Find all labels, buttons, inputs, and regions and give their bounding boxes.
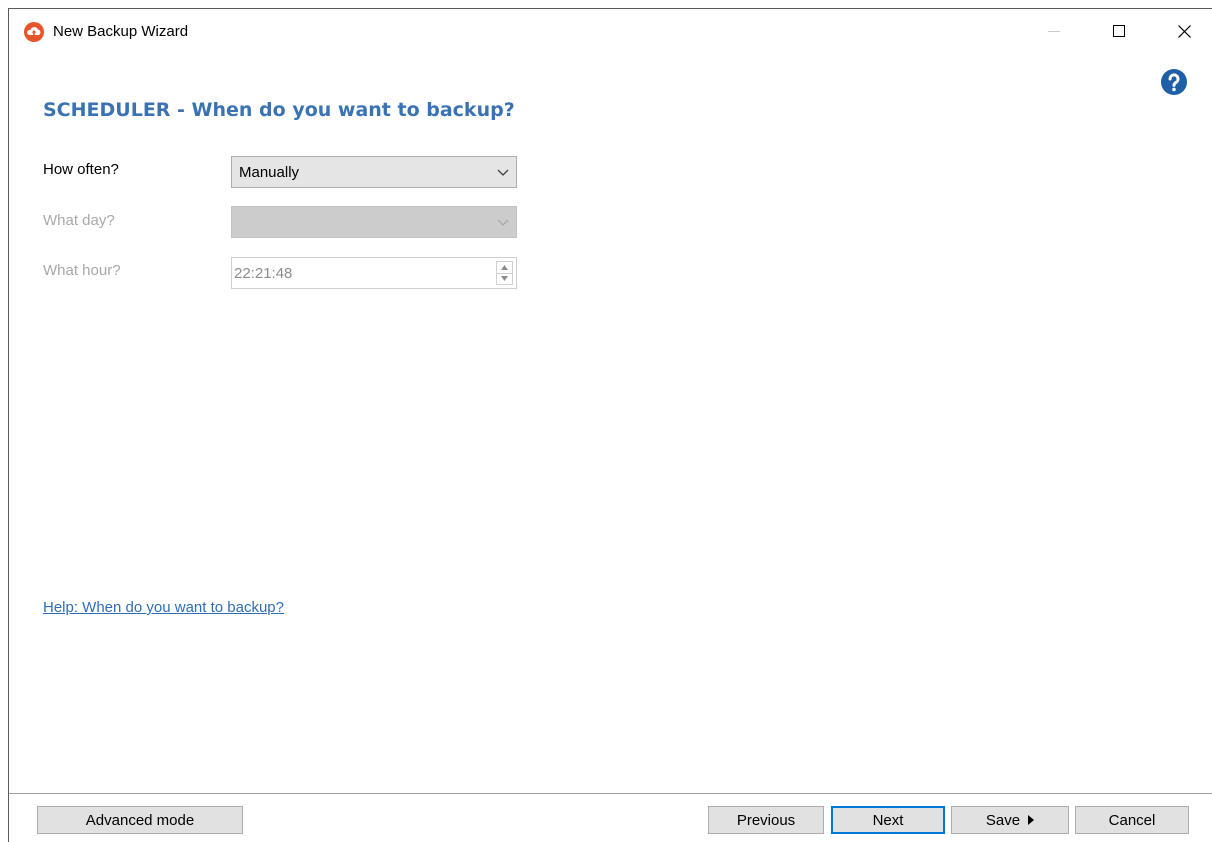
caret-right-icon: [1028, 815, 1035, 825]
maximize-button[interactable]: [1099, 14, 1139, 48]
window-title: New Backup Wizard: [53, 23, 189, 40]
what-hour-value: 22:21:48: [234, 265, 293, 282]
close-button[interactable]: [1164, 14, 1204, 48]
page-title: SCHEDULER - When do you want to backup?: [43, 99, 515, 121]
previous-label: Previous: [736, 811, 796, 829]
how-often-select[interactable]: Manually: [231, 156, 517, 188]
title-bar[interactable]: New Backup Wizard: [9, 9, 1212, 49]
save-button[interactable]: Save: [951, 806, 1069, 834]
what-day-label: What day?: [43, 212, 115, 229]
close-icon: [1177, 24, 1191, 38]
what-day-select[interactable]: [231, 206, 517, 238]
spin-down-icon: [501, 276, 508, 281]
backup-wizard-window: New Backup Wizard SCHEDULER - When do yo…: [8, 8, 1212, 842]
next-label: Next: [872, 811, 904, 829]
spin-down-button[interactable]: [497, 273, 512, 284]
chevron-down-icon: [497, 219, 509, 226]
cancel-label: Cancel: [1108, 811, 1156, 829]
advanced-mode-button[interactable]: Advanced mode: [37, 806, 243, 834]
maximize-icon: [1113, 25, 1125, 37]
cancel-button[interactable]: Cancel: [1075, 806, 1189, 834]
time-spinner[interactable]: [496, 261, 513, 285]
cloud-upload-icon: [24, 22, 44, 42]
footer-divider: [9, 793, 1212, 794]
what-hour-time-picker[interactable]: 22:21:48: [231, 257, 517, 289]
advanced-mode-label: Advanced mode: [85, 811, 195, 829]
spin-up-icon: [501, 265, 508, 270]
next-button[interactable]: Next: [831, 806, 945, 834]
what-hour-label: What hour?: [43, 262, 121, 279]
previous-button[interactable]: Previous: [708, 806, 824, 834]
minimize-button[interactable]: [1034, 14, 1074, 48]
minimize-icon: [1048, 31, 1060, 32]
help-question-icon[interactable]: [1161, 69, 1187, 95]
save-label: Save: [985, 811, 1021, 829]
help-link[interactable]: Help: When do you want to backup?: [43, 599, 284, 616]
chevron-down-icon: [497, 169, 509, 176]
how-often-value: Manually: [239, 164, 300, 181]
how-often-label: How often?: [43, 161, 119, 178]
